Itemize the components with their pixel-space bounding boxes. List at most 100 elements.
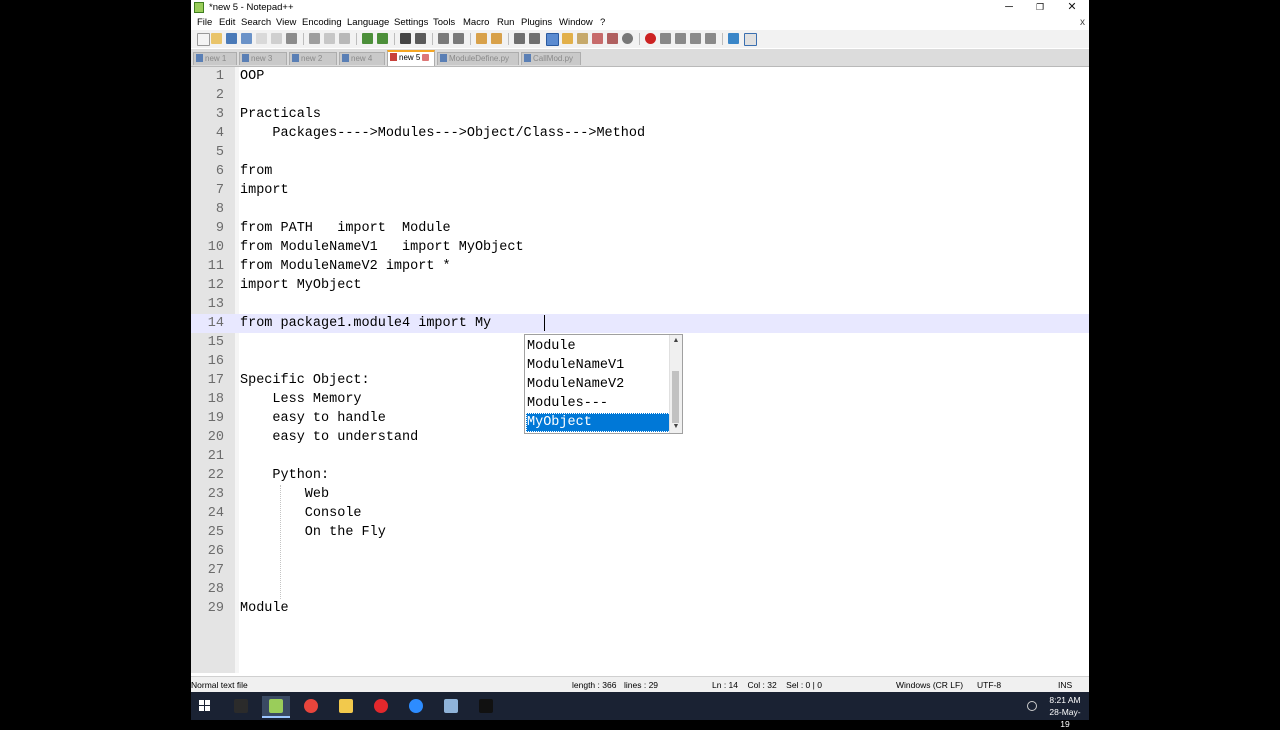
menu-plugins[interactable]: Plugins (521, 17, 552, 28)
scroll-thumb[interactable] (672, 371, 679, 423)
windows-start-icon[interactable] (199, 700, 211, 712)
editor-line[interactable]: 11 from ModuleNameV2 import * (191, 257, 1089, 276)
document-map-icon[interactable] (577, 33, 588, 44)
minimize-button[interactable]: ─ (993, 0, 1025, 16)
autocomplete-scrollbar[interactable]: ▲ ▼ (669, 335, 682, 433)
editor-line[interactable]: 7 import (191, 181, 1089, 200)
folder-workspace-icon[interactable] (607, 33, 618, 44)
taskbar-terminal-icon[interactable] (227, 696, 255, 718)
autocomplete-item[interactable]: ModuleNameV1 (526, 356, 671, 375)
editor-line[interactable]: 24 Console (191, 504, 1089, 523)
editor-line[interactable]: 13 (191, 295, 1089, 314)
close-file-icon[interactable] (256, 33, 267, 44)
function-list-icon[interactable] (592, 33, 603, 44)
save-all-icon[interactable] (241, 33, 252, 44)
autocomplete-item[interactable]: MyObject (526, 413, 671, 432)
redo-icon[interactable] (377, 33, 388, 44)
editor-line[interactable]: 6 from (191, 162, 1089, 181)
menu-help[interactable]: ? (600, 17, 605, 28)
editor-line[interactable]: 14 from package1.module4 import My (191, 314, 1089, 333)
editor-line[interactable]: 28 (191, 580, 1089, 599)
menu-tools[interactable]: Tools (433, 17, 455, 28)
status-insert-mode[interactable]: INS (1058, 680, 1072, 690)
menu-settings[interactable]: Settings (394, 17, 428, 28)
editor-line[interactable]: 12 import MyObject (191, 276, 1089, 295)
close-button[interactable]: ✕ (1056, 0, 1088, 16)
editor-line[interactable]: 26 (191, 542, 1089, 561)
editor-line[interactable]: 5 (191, 143, 1089, 162)
indent-guide-icon[interactable] (546, 33, 559, 46)
spell-check-icon[interactable] (728, 33, 739, 44)
tab-moduledefine-py[interactable]: ModuleDefine.py (437, 52, 519, 65)
save-icon[interactable] (226, 33, 237, 44)
menu-search[interactable]: Search (241, 17, 271, 28)
title-bar[interactable]: *new 5 - Notepad++ ─ ❐ ✕ (191, 0, 1089, 16)
menu-language[interactable]: Language (347, 17, 389, 28)
editor-line[interactable]: 23 Web (191, 485, 1089, 504)
editor-line[interactable]: 3 Practicals (191, 105, 1089, 124)
taskbar-zoom-icon[interactable] (402, 696, 430, 718)
network-icon[interactable] (1027, 701, 1037, 711)
tab-new-2[interactable]: new 2 (289, 52, 337, 65)
menu-encoding[interactable]: Encoding (302, 17, 342, 28)
tab-new-4[interactable]: new 4 (339, 52, 385, 65)
taskbar-cmd-icon[interactable] (472, 696, 500, 718)
tab-close-icon[interactable] (422, 53, 430, 61)
stop-recording-icon[interactable] (660, 33, 671, 44)
zoom-out-icon[interactable] (453, 33, 464, 44)
close-document-icon[interactable]: x (1080, 17, 1085, 28)
paste-icon[interactable] (339, 33, 350, 44)
scroll-down-icon[interactable]: ▼ (670, 421, 682, 433)
scroll-up-icon[interactable]: ▲ (670, 335, 682, 347)
run-macro-multiple-icon[interactable] (690, 33, 701, 44)
taskbar-document-icon[interactable] (437, 696, 465, 718)
taskbar-file-explorer-icon[interactable] (332, 696, 360, 718)
editor-line[interactable]: 2 (191, 86, 1089, 105)
open-file-icon[interactable] (211, 33, 222, 44)
taskbar-notepad-plus-plus-icon[interactable] (262, 696, 290, 718)
sync-vertical-icon[interactable] (476, 33, 487, 44)
close-all-icon[interactable] (271, 33, 282, 44)
show-all-characters-icon[interactable] (529, 33, 540, 44)
copy-icon[interactable] (324, 33, 335, 44)
editor-line[interactable]: 22 Python: (191, 466, 1089, 485)
abc-spell-icon[interactable] (744, 33, 757, 46)
status-encoding[interactable]: UTF-8 (977, 680, 1001, 690)
editor-line[interactable]: 27 (191, 561, 1089, 580)
editor-line[interactable]: 10 from ModuleNameV1 import MyObject (191, 238, 1089, 257)
tab-callmod-py[interactable]: CallMod.py (521, 52, 581, 65)
taskbar-chrome-icon[interactable] (297, 696, 325, 718)
tab-new-1[interactable]: new 1 (193, 52, 237, 65)
tab-new-3[interactable]: new 3 (239, 52, 287, 65)
cut-icon[interactable] (309, 33, 320, 44)
user-language-icon[interactable] (562, 33, 573, 44)
replace-icon[interactable] (415, 33, 426, 44)
autocomplete-item[interactable]: ModuleNameV2 (526, 375, 671, 394)
editor-line[interactable]: 25 On the Fly (191, 523, 1089, 542)
menu-run[interactable]: Run (497, 17, 514, 28)
maximize-button[interactable]: ❐ (1024, 0, 1056, 16)
autocomplete-item[interactable]: Modules--- (526, 394, 671, 413)
status-eol[interactable]: Windows (CR LF) (896, 680, 963, 690)
undo-icon[interactable] (362, 33, 373, 44)
autocomplete-item[interactable]: Module (526, 337, 671, 356)
editor-line[interactable]: 9 from PATH import Module (191, 219, 1089, 238)
menu-macro[interactable]: Macro (463, 17, 489, 28)
word-wrap-icon[interactable] (514, 33, 525, 44)
save-macro-icon[interactable] (705, 33, 716, 44)
editor-line[interactable]: 29 Module (191, 599, 1089, 618)
system-clock[interactable]: 8:21 AM 28-May-19 (1045, 694, 1085, 730)
tab-new-5[interactable]: new 5 (387, 50, 435, 66)
menu-view[interactable]: View (276, 17, 296, 28)
new-file-icon[interactable] (197, 33, 210, 46)
taskbar-opera-icon[interactable] (367, 696, 395, 718)
menu-window[interactable]: Window (559, 17, 593, 28)
sync-horizontal-icon[interactable] (491, 33, 502, 44)
editor-line[interactable]: 4 Packages---->Modules--->Object/Class--… (191, 124, 1089, 143)
menu-file[interactable]: File (197, 17, 212, 28)
print-icon[interactable] (286, 33, 297, 44)
editor-line[interactable]: 21 (191, 447, 1089, 466)
find-icon[interactable] (400, 33, 411, 44)
playback-macro-icon[interactable] (675, 33, 686, 44)
monitoring-icon[interactable] (622, 33, 633, 44)
